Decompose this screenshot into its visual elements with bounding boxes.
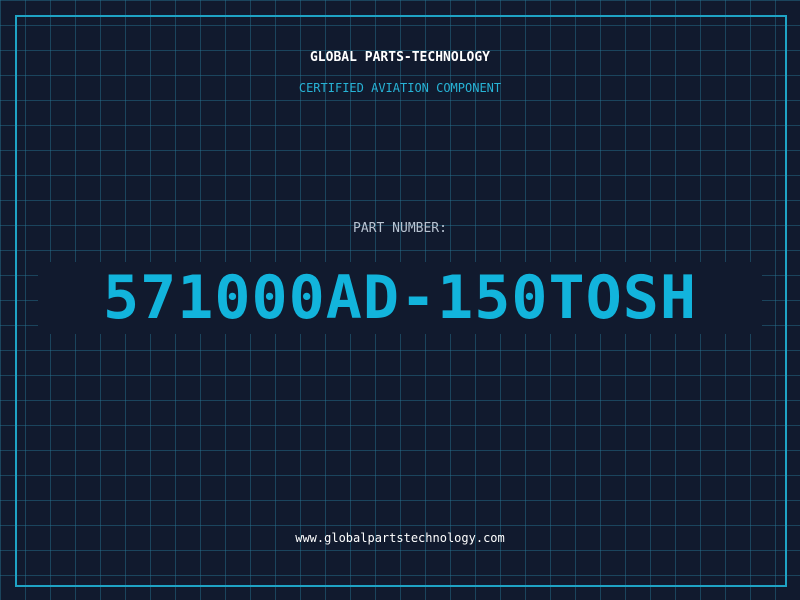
website-url: www.globalpartstechnology.com: [295, 531, 505, 545]
company-name: GLOBAL PARTS-TECHNOLOGY: [309, 50, 490, 65]
part-number-value: 571000AD-150TOSH: [103, 263, 697, 333]
certification-subtitle: CERTIFIED AVIATION COMPONENT: [298, 81, 502, 95]
part-number-label: PART NUMBER:: [353, 221, 447, 236]
